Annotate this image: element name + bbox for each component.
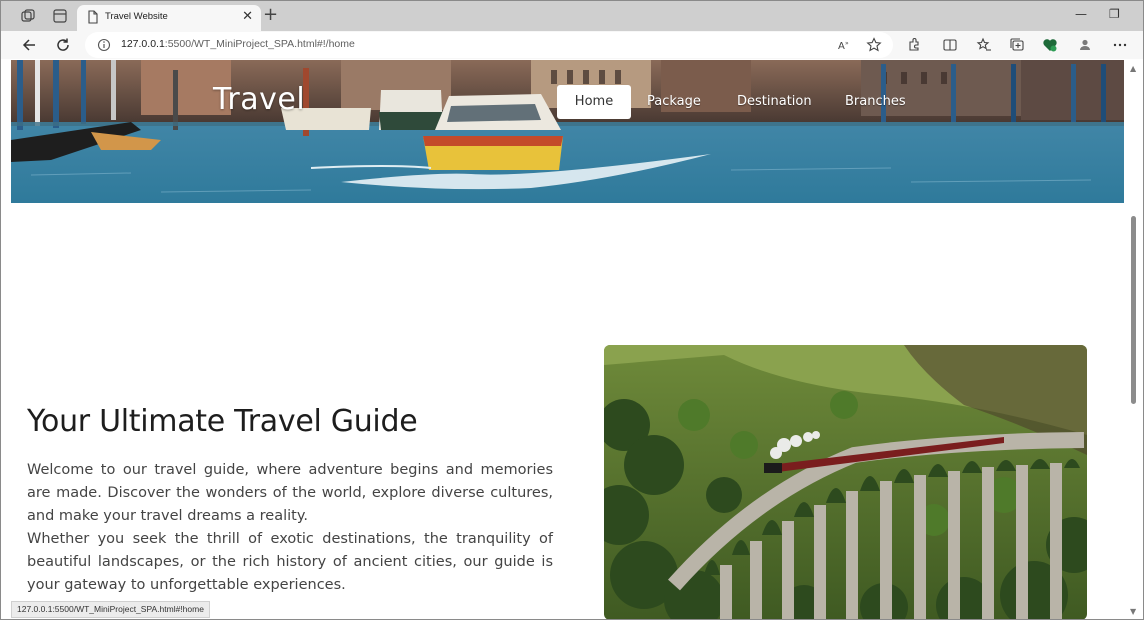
svg-text:»: »	[845, 40, 849, 47]
viaduct-train-image	[604, 345, 1087, 619]
tab-travel-website[interactable]: Travel Website ✕	[77, 5, 261, 31]
favorite-star-icon[interactable]	[865, 36, 883, 54]
svg-text:A: A	[838, 41, 845, 52]
restore-button[interactable]: ❐	[1109, 7, 1120, 21]
venice-canal-image	[11, 60, 1124, 203]
new-tab-button[interactable]: +	[263, 4, 278, 25]
extensions-icon[interactable]	[905, 36, 923, 54]
page-viewport: Travel Home Package Destination Branches…	[11, 60, 1124, 619]
intro-text: Welcome to our travel guide, where adven…	[27, 459, 553, 597]
read-aloud-icon[interactable]: A»	[835, 36, 853, 54]
address-bar[interactable]: 127.0.0.1:5500/WT_MiniProject_SPA.html#!…	[85, 32, 893, 58]
scrollbar-thumb[interactable]	[1131, 216, 1136, 404]
nav-package[interactable]: Package	[647, 85, 701, 119]
tab-title: Travel Website	[105, 11, 168, 22]
url-path: :5500/WT_MiniProject_SPA.html#!/home	[164, 38, 355, 50]
refresh-icon[interactable]	[54, 36, 72, 54]
tab-strip: Travel Website ✕ + — ❐	[1, 1, 1143, 31]
nav-home[interactable]: Home	[557, 85, 631, 119]
minimize-button[interactable]: —	[1075, 7, 1087, 21]
workspaces-icon[interactable]	[19, 7, 37, 25]
intro-paragraph-1: Welcome to our travel guide, where adven…	[27, 462, 553, 524]
nav-destination[interactable]: Destination	[737, 85, 812, 119]
site-title: Travel	[213, 82, 306, 117]
info-icon[interactable]	[95, 36, 113, 54]
url-host: 127.0.0.1	[121, 38, 165, 50]
collections-icon[interactable]	[1008, 36, 1026, 54]
status-link-preview: 127.0.0.1:5500/WT_MiniProject_SPA.html#!…	[11, 601, 210, 618]
more-menu-icon[interactable]	[1111, 36, 1129, 54]
browser-toolbar: 127.0.0.1:5500/WT_MiniProject_SPA.html#!…	[1, 31, 1143, 59]
url-text: 127.0.0.1:5500/WT_MiniProject_SPA.html#!…	[121, 38, 355, 50]
nav-branches[interactable]: Branches	[845, 85, 906, 119]
browser-essentials-icon[interactable]	[1041, 36, 1059, 54]
scroll-up-arrow-icon[interactable]: ▲	[1130, 64, 1136, 73]
scroll-down-arrow-icon[interactable]: ▼	[1130, 607, 1136, 616]
page-icon	[85, 9, 103, 27]
tab-actions-icon[interactable]	[51, 7, 69, 25]
close-tab-icon[interactable]: ✕	[242, 9, 253, 24]
page-scrollbar[interactable]: ▲ ▼	[1124, 60, 1143, 619]
page-heading: Your Ultimate Travel Guide	[27, 404, 418, 439]
favorites-icon[interactable]	[975, 36, 993, 54]
profile-avatar-icon[interactable]	[1076, 36, 1094, 54]
split-screen-icon[interactable]	[941, 36, 959, 54]
hero-banner: Travel Home Package Destination Branches	[11, 60, 1124, 203]
back-arrow-icon[interactable]	[21, 36, 39, 54]
intro-paragraph-2: Whether you seek the thrill of exotic de…	[27, 531, 553, 593]
browser-window: Travel Website ✕ + — ❐ 127.0.0.1:5500/WT…	[0, 0, 1144, 620]
